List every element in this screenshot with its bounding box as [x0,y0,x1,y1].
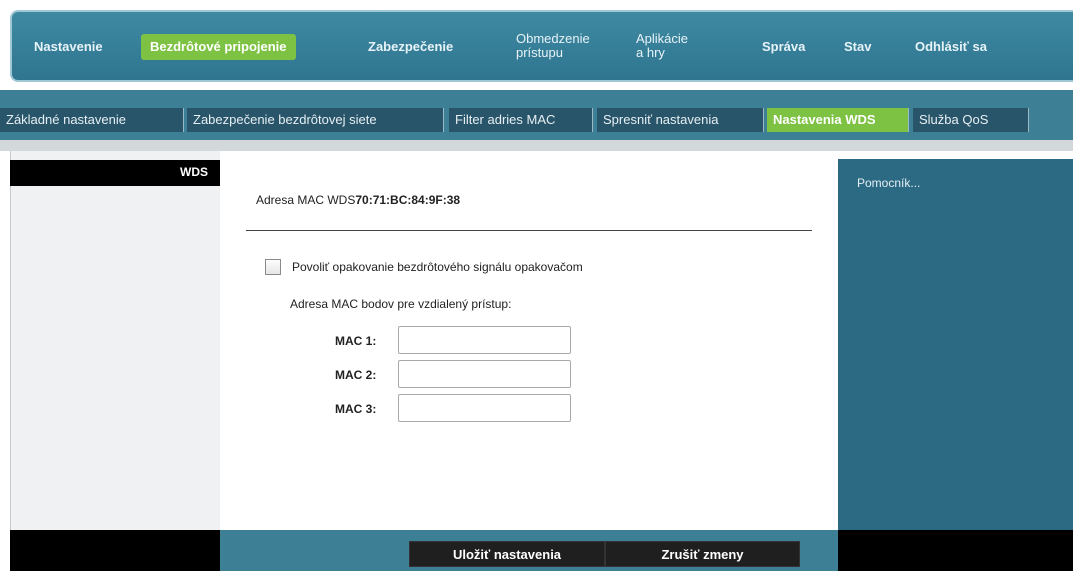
mac-2-label: MAC 2: [335,368,377,382]
wds-mac-label: Adresa MAC WDS [256,193,356,207]
tab-sluzba-qos[interactable]: Služba QoS [913,108,1029,132]
nav-item-stav[interactable]: Stav [844,40,871,54]
mac-2-input[interactable] [398,360,571,388]
bottom-bar-right [838,530,1073,571]
mac-3-label: MAC 3: [335,402,377,416]
nav-item-sprava[interactable]: Správa [762,40,805,54]
section-divider [246,230,812,231]
wds-mac-address: Adresa MAC WDS70:71:BC:84:9F:38 [256,193,460,207]
nav-item-aplikacie-a-hry[interactable]: Aplikácie a hry [636,32,688,60]
remote-mac-heading: Adresa MAC bodov pre vzdialený prístup: [290,297,512,311]
nav-item-aplikacie-line2: a hry [636,45,665,60]
help-link[interactable]: Pomocník... [857,176,920,190]
mac-3-input[interactable] [398,394,571,422]
bottom-bar-left [10,530,220,571]
help-panel [838,159,1073,530]
nav-item-odhlasit-sa[interactable]: Odhlásiť sa [915,40,987,54]
enable-repeater-checkbox[interactable] [265,259,281,275]
nav-item-obmedzenie-pristupu[interactable]: Obmedzenie prístupu [516,32,590,60]
mac-1-input[interactable] [398,326,571,354]
nav-item-obmedzenie-line1: Obmedzenie [516,31,590,46]
tab-zakladne-nastavenie[interactable]: Základné nastavenie [0,108,184,132]
nav-item-obmedzenie-line2: prístupu [516,45,563,60]
tab-nastavenia-wds[interactable]: Nastavenia WDS [767,108,909,132]
tab-zabezpecenie-bezdrotovej-siete[interactable]: Zabezpečenie bezdrôtovej siete [187,108,444,132]
save-settings-button[interactable]: Uložiť nastavenia [409,541,605,567]
left-panel [10,151,220,530]
enable-repeater-label: Povoliť opakovanie bezdrôtového signálu … [292,260,583,274]
nav-item-nastavenie[interactable]: Nastavenie [34,40,103,54]
cancel-changes-button[interactable]: Zrušiť zmeny [605,541,800,567]
tab-spresnit-nastavenia[interactable]: Spresniť nastavenia [597,108,764,132]
content-divider [0,140,1073,151]
nav-item-aplikacie-line1: Aplikácie [636,31,689,46]
mac-1-label: MAC 1: [335,334,377,348]
nav-item-zabezpecenie[interactable]: Zabezpečenie [368,40,453,54]
wds-mac-value: 70:71:BC:84:9F:38 [355,193,461,207]
tab-filter-adries-mac[interactable]: Filter adries MAC [449,108,593,132]
left-panel-heading: WDS [10,160,220,186]
nav-item-bezdrotove-pripojenie[interactable]: Bezdrôtové pripojenie [141,34,296,60]
